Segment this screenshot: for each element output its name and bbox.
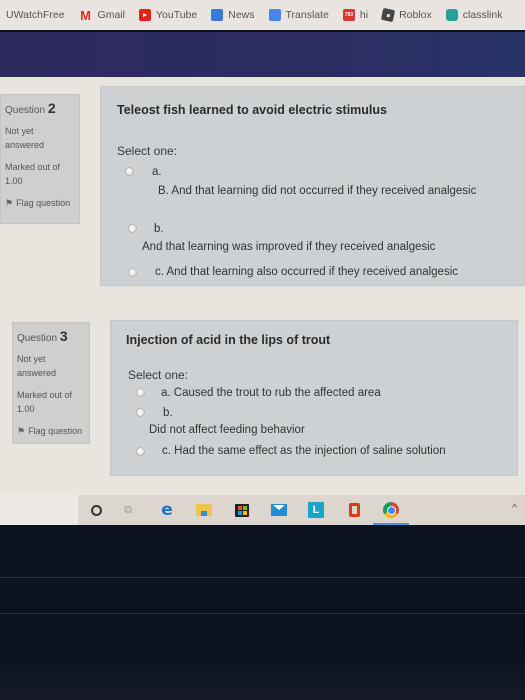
- select-one-label: Select one:: [128, 368, 189, 382]
- edge-glyph: e: [161, 500, 173, 520]
- option-b-letter: b.: [154, 223, 164, 235]
- bookmark-label: classlink: [462, 9, 503, 21]
- option-a-letter: a.: [152, 166, 162, 178]
- bookmark-news[interactable]: News: [211, 9, 255, 21]
- microsoft-store-icon[interactable]: [234, 502, 250, 518]
- bookmarks-bar: UWatchFree M Gmail YouTube News Translat…: [0, 0, 525, 30]
- bookmark-label: Translate: [285, 9, 329, 21]
- bookmark-label: YouTube: [155, 9, 198, 21]
- question-number: Question 3: [17, 329, 85, 346]
- bookmark-youtube[interactable]: YouTube: [138, 9, 198, 21]
- l-app-icon[interactable]: L: [308, 502, 324, 518]
- taskbar: ⧉ e L ^: [0, 495, 525, 525]
- option-b-text[interactable]: And that learning was improved if they r…: [142, 241, 435, 253]
- question-info-3: Question 3 Not yet answered Marked out o…: [12, 322, 90, 444]
- classlink-icon: [445, 9, 458, 21]
- question-text: Injection of acid in the lips of trout: [126, 333, 331, 347]
- l-app-glyph: L: [308, 502, 324, 518]
- option-b-letter: b.: [163, 407, 173, 419]
- option-a-text[interactable]: a. Caused the trout to rub the affected …: [161, 387, 381, 399]
- question-status: Not yet answered: [17, 354, 57, 378]
- office-icon[interactable]: [346, 502, 362, 518]
- gmail-icon: M: [80, 7, 91, 23]
- question-marks: Marked out of 1.00: [17, 390, 73, 414]
- question-content-2: Teleost fish learned to avoid electric s…: [100, 86, 525, 286]
- quiz-page: Question 2 Not yet answered Marked out o…: [0, 77, 525, 495]
- radio-option-c[interactable]: [136, 447, 145, 456]
- bookmark-hi[interactable]: 783 hi: [342, 9, 369, 21]
- cortana-icon[interactable]: [88, 502, 104, 518]
- radio-option-a[interactable]: [125, 167, 134, 176]
- mail-icon[interactable]: [271, 502, 287, 518]
- news-icon: [211, 9, 224, 21]
- flag-icon: ⚑: [5, 198, 14, 208]
- option-a-text[interactable]: B. And that learning did not occurred if…: [158, 185, 476, 197]
- question-number-value: 2: [47, 100, 56, 116]
- radio-option-b[interactable]: [128, 224, 137, 233]
- question-number: Question 2: [5, 101, 75, 118]
- bezel-edge: [0, 613, 525, 614]
- radio-option-c[interactable]: [128, 268, 137, 277]
- bookmark-classlink[interactable]: classlink: [445, 9, 503, 21]
- edge-icon[interactable]: e: [159, 500, 175, 520]
- flag-question-button[interactable]: ⚑ Flag question: [17, 424, 85, 438]
- bookmark-uwatchfree[interactable]: UWatchFree: [6, 9, 65, 21]
- chrome-icon[interactable]: [383, 502, 399, 518]
- bookmark-label: Roblox: [399, 9, 432, 21]
- bookmark-label: UWatchFree: [6, 9, 65, 21]
- hi-icon: 783: [342, 9, 355, 21]
- search-box-area[interactable]: [0, 495, 78, 525]
- chevron-up-icon[interactable]: ^: [512, 503, 517, 514]
- option-b-text[interactable]: Did not affect feeding behavior: [149, 424, 305, 436]
- select-one-label: Select one:: [117, 144, 178, 158]
- question-text: Teleost fish learned to avoid electric s…: [117, 103, 387, 117]
- flag-label: Flag question: [16, 198, 71, 208]
- bezel-edge: [0, 577, 525, 578]
- question-prefix: Question: [5, 105, 46, 116]
- roblox-icon: [380, 7, 396, 23]
- flag-icon: ⚑: [17, 426, 26, 436]
- bookmark-roblox[interactable]: Roblox: [380, 7, 432, 23]
- bookmark-translate[interactable]: Translate: [268, 9, 329, 21]
- translate-icon: [268, 9, 281, 21]
- bookmark-label: News: [228, 9, 255, 21]
- bookmark-gmail[interactable]: M Gmail: [79, 7, 125, 23]
- question-status: Not yet answered: [5, 126, 45, 150]
- question-marks: Marked out of 1.00: [5, 162, 61, 186]
- question-content-3: Injection of acid in the lips of trout S…: [110, 320, 518, 476]
- option-c-text[interactable]: c. And that learning also occurred if th…: [155, 266, 458, 278]
- monitor-bezel: [0, 525, 525, 700]
- file-explorer-icon[interactable]: [196, 502, 212, 518]
- option-c-text[interactable]: c. Had the same effect as the injection …: [162, 445, 446, 457]
- question-prefix: Question: [17, 333, 58, 344]
- radio-option-b[interactable]: [136, 408, 145, 417]
- site-header: [0, 32, 525, 77]
- question-info-2: Question 2 Not yet answered Marked out o…: [0, 94, 80, 224]
- flag-label: Flag question: [28, 426, 83, 436]
- bookmark-label: Gmail: [97, 9, 125, 21]
- youtube-icon: [138, 9, 151, 21]
- question-number-value: 3: [59, 328, 68, 344]
- radio-option-a[interactable]: [136, 388, 145, 397]
- task-view-icon[interactable]: ⧉: [120, 502, 136, 518]
- bookmark-label: hi: [359, 9, 369, 21]
- flag-question-button[interactable]: ⚑ Flag question: [5, 196, 75, 210]
